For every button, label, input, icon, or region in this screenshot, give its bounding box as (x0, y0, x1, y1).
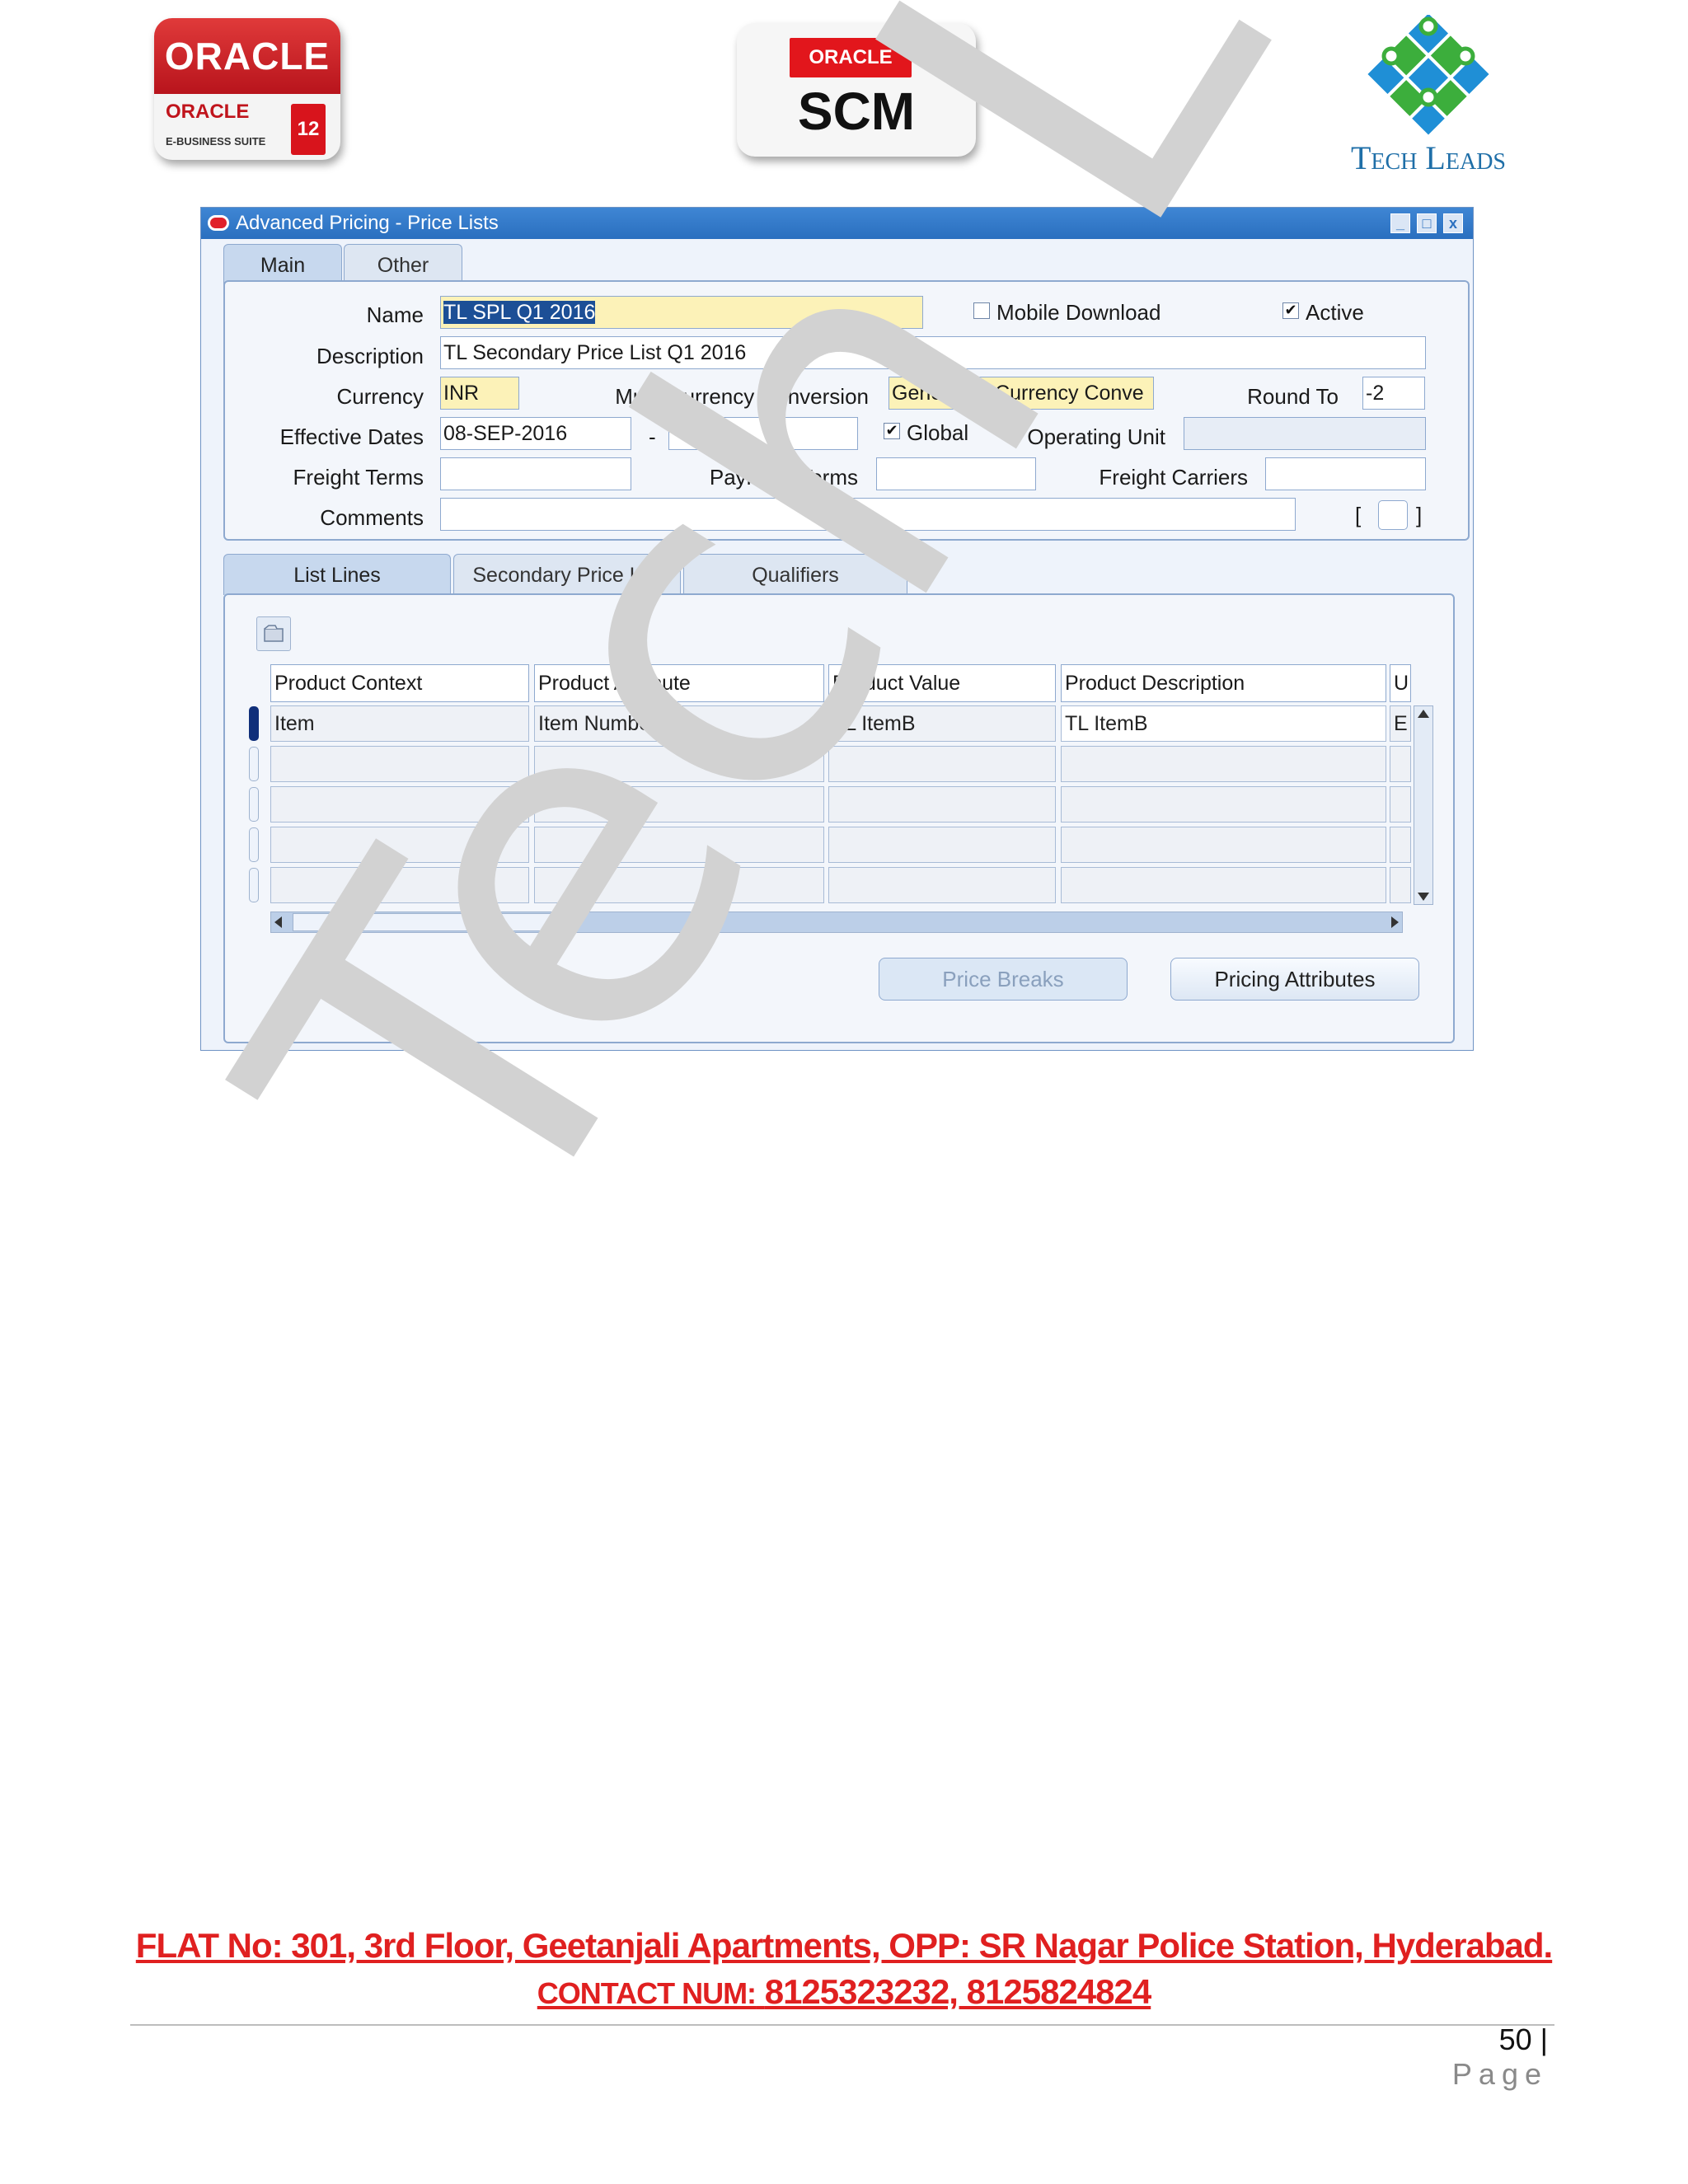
oracle-ebs-logo: ORACLE ORACLE E-BUSINESS SUITE 12 (154, 18, 340, 160)
round-to-field[interactable]: -2 (1362, 377, 1425, 410)
folder-tool-button[interactable] (256, 616, 291, 651)
flexfield-open-bracket: [ (1355, 503, 1362, 527)
tab-other[interactable]: Other (344, 244, 462, 285)
table-cell-uom[interactable]: E (1390, 705, 1411, 742)
tab-list-lines[interactable]: List Lines (223, 554, 451, 595)
flexfield-close-bracket: ] (1416, 503, 1423, 527)
table-cell-product-description[interactable] (1061, 867, 1386, 903)
comments-label: Comments (320, 505, 424, 530)
pricing-attributes-button[interactable]: Pricing Attributes (1170, 958, 1419, 1001)
table-cell-uom[interactable] (1390, 827, 1411, 863)
window-title: Advanced Pricing - Price Lists (236, 212, 499, 234)
footer-address: FLAT No: 301, 3rd Floor, Geetanjali Apar… (135, 1926, 1553, 1965)
currency-label: Currency (336, 384, 424, 409)
table-cell-product-description[interactable]: TL ItemB (1061, 705, 1386, 742)
scroll-up-arrow-icon[interactable] (1418, 710, 1429, 718)
round-to-label: Round To (1247, 384, 1339, 409)
page-number-separator: | (1540, 2022, 1548, 2056)
table-cell-uom[interactable] (1390, 746, 1411, 782)
footer-contact-label: CONTACT NUM: (537, 1976, 757, 2010)
scroll-right-arrow-icon[interactable] (1391, 916, 1399, 928)
effective-dates-label: Effective Dates (279, 424, 424, 449)
minimize-button[interactable]: _ (1390, 213, 1410, 233)
column-header-uom[interactable]: U (1390, 664, 1411, 702)
footer-divider (130, 2024, 1554, 2026)
row-indicator-current[interactable] (249, 706, 259, 741)
row-indicator[interactable] (249, 787, 259, 822)
oracle-ebs-logo-release: 12 (291, 104, 326, 155)
name-value: TL SPL Q1 2016 (443, 301, 596, 324)
table-cell-uom[interactable] (1390, 867, 1411, 903)
description-label: Description (316, 344, 424, 368)
operating-unit-field[interactable] (1184, 417, 1426, 450)
footer-contact-numbers: 8125323232, 8125824824 (764, 1972, 1152, 2011)
tech-leads-logo: Tech Leads (1342, 13, 1515, 180)
page-number: 50 | Page (1401, 2022, 1548, 2092)
table-cell-uom[interactable] (1390, 786, 1411, 823)
close-button[interactable]: x (1443, 213, 1463, 233)
tech-leads-logo-icon (1367, 13, 1489, 135)
oracle-ebs-logo-sub: ORACLE (166, 101, 250, 123)
row-indicator[interactable] (249, 747, 259, 781)
vertical-scrollbar[interactable] (1414, 705, 1433, 905)
oracle-window-icon (208, 215, 229, 231)
active-label: Active (1306, 300, 1364, 325)
table-cell-product-description[interactable] (1061, 827, 1386, 863)
table-cell-product-description[interactable] (1061, 786, 1386, 823)
descriptive-flexfield[interactable] (1378, 500, 1408, 530)
folder-icon (264, 625, 284, 642)
oracle-ebs-logo-top: ORACLE (154, 18, 340, 94)
scroll-down-arrow-icon[interactable] (1418, 893, 1429, 901)
freight-terms-label: Freight Terms (293, 465, 424, 490)
currency-field[interactable]: INR (440, 377, 519, 410)
page-word: Page (1451, 2057, 1548, 2091)
active-checkbox[interactable]: ✔ (1282, 302, 1299, 319)
oracle-ebs-logo-suite: E-BUSINESS SUITE (166, 135, 266, 148)
freight-carriers-field[interactable] (1265, 457, 1426, 490)
footer-contact: CONTACT NUM: 8125323232, 8125824824 (0, 1972, 1688, 2012)
maximize-button[interactable]: □ (1417, 213, 1437, 233)
price-breaks-button[interactable]: Price Breaks (879, 958, 1128, 1001)
column-header-product-description[interactable]: Product Description (1061, 664, 1386, 702)
name-label: Name (366, 302, 424, 327)
table-cell-product-description[interactable] (1061, 746, 1386, 782)
tech-leads-logo-text: Tech Leads (1351, 139, 1506, 176)
tab-main[interactable]: Main (223, 244, 342, 285)
page-number-value: 50 (1498, 2022, 1532, 2056)
